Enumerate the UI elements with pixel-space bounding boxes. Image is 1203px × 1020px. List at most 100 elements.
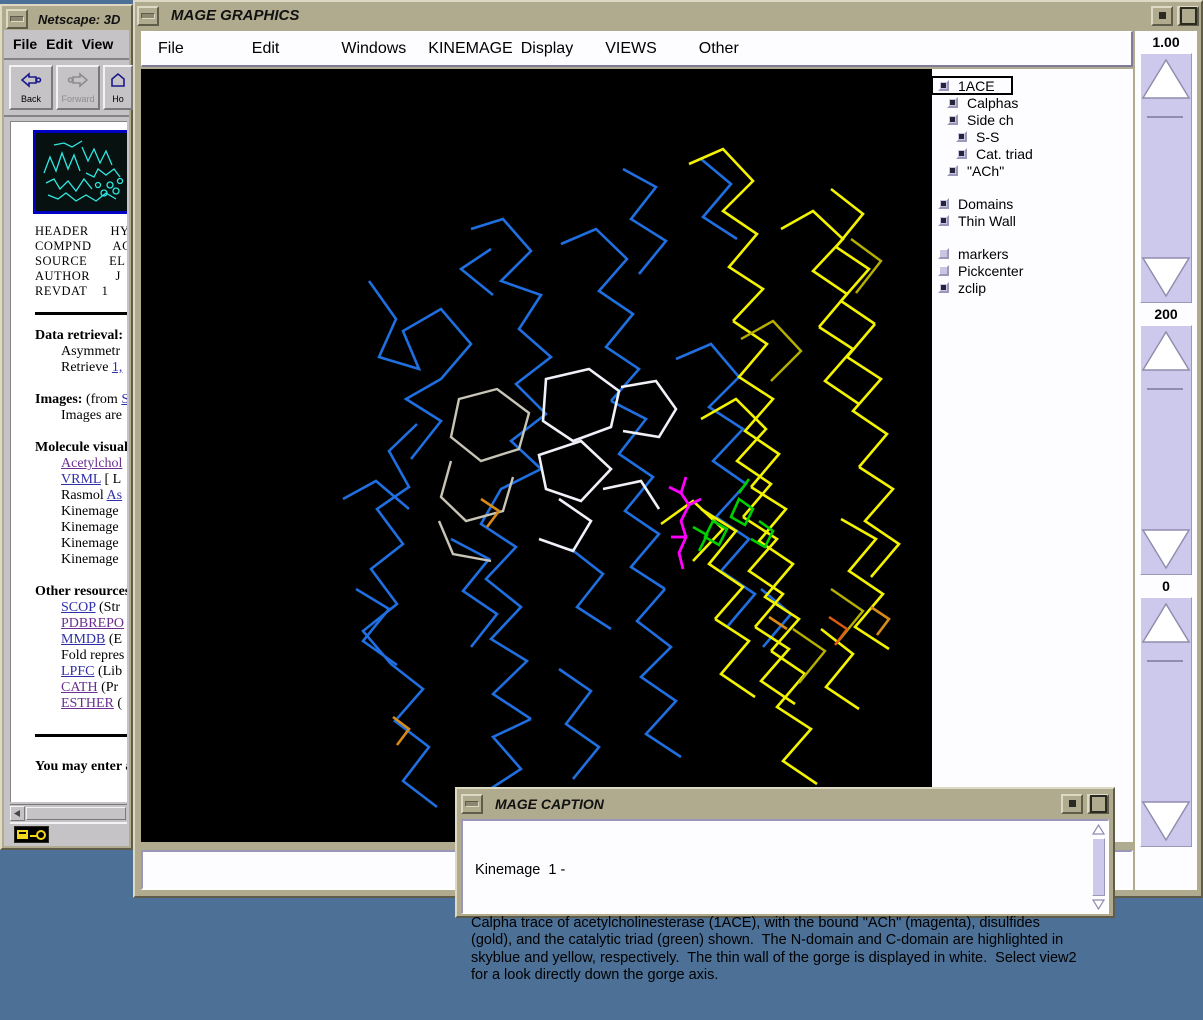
checkbox-icon[interactable]: [938, 80, 949, 91]
minimize-button[interactable]: [1151, 5, 1173, 26]
panel-checkbox-zclip[interactable]: zclip: [932, 279, 1133, 296]
panel-checkbox-label: Pickcenter: [958, 262, 1024, 279]
menu-item-edit[interactable]: Edit: [46, 36, 72, 52]
scrollbar-thumb[interactable]: [26, 807, 126, 820]
list-item: Acetylchol: [61, 456, 127, 472]
slider-handle[interactable]: [1147, 116, 1183, 118]
zslab-slider[interactable]: 0: [1135, 575, 1197, 847]
checkbox-icon[interactable]: [938, 198, 949, 209]
list-item: Kinemage: [61, 504, 119, 519]
cath-link[interactable]: CATH: [61, 680, 98, 695]
checkbox-icon[interactable]: [938, 215, 949, 226]
scop-link[interactable]: SCOP: [61, 600, 96, 615]
list-item: VRML [ L: [61, 472, 122, 487]
list-item: CATH (Pr: [61, 680, 119, 695]
back-button[interactable]: Back: [9, 65, 53, 110]
panel-checkbox-s-s[interactable]: S-S: [932, 128, 1133, 145]
esther-link[interactable]: ESTHER: [61, 696, 114, 711]
forward-button-label: Forward: [61, 93, 95, 104]
netscape-window[interactable]: Netscape: 3D File Edit View Back Forward: [0, 4, 133, 850]
slider-up-arrow-icon[interactable]: [1141, 600, 1191, 646]
menu-item-file[interactable]: File: [158, 40, 184, 58]
lpfc-link[interactable]: LPFC: [61, 664, 94, 679]
checkbox-icon[interactable]: [947, 97, 958, 108]
menu-item-views[interactable]: VIEWS: [605, 40, 657, 58]
slider-down-arrow-icon[interactable]: [1141, 526, 1191, 572]
minimize-button[interactable]: [1061, 793, 1083, 814]
netscape-page-content[interactable]: T HEADER HY COMPND AC SOURCE EL AUTHOR J…: [10, 121, 127, 802]
molecule-thumbnail[interactable]: [33, 130, 127, 214]
mmdb-link[interactable]: MMDB: [61, 632, 105, 647]
checkbox-icon[interactable]: [938, 248, 949, 259]
panel-checkbox-thin-wall[interactable]: Thin Wall: [932, 212, 1133, 229]
checkbox-icon[interactable]: [947, 165, 958, 176]
slider-handle[interactable]: [1147, 388, 1183, 390]
mage-title-text: MAGE GRAPHICS: [171, 7, 300, 24]
slider-down-arrow-icon[interactable]: [1141, 254, 1191, 300]
acetylcholinesterase-link[interactable]: Acetylchol: [61, 456, 122, 471]
scrollbar-thumb[interactable]: [1091, 838, 1105, 896]
mage-menubar[interactable]: File Edit Windows KINEMAGE Display VIEWS…: [141, 31, 1133, 67]
caption-vertical-scrollbar[interactable]: [1088, 821, 1108, 913]
mage-caption-window[interactable]: MAGE CAPTION Kinemage 1 - Calpha trace o…: [455, 787, 1115, 983]
security-key-icon[interactable]: [14, 825, 49, 843]
checkbox-icon[interactable]: [947, 114, 958, 125]
checkbox-icon[interactable]: [956, 148, 967, 159]
slider-handle[interactable]: [1147, 660, 1183, 662]
panel-checkbox-domains[interactable]: Domains: [932, 195, 1133, 212]
clipping-slider[interactable]: 200: [1135, 303, 1197, 575]
checkbox-icon[interactable]: [956, 131, 967, 142]
panel-checkbox-cat-triad[interactable]: Cat. triad: [932, 145, 1133, 162]
menu-item-display[interactable]: Display: [521, 40, 573, 58]
panel-checkbox-ach[interactable]: "ACh": [932, 162, 1133, 179]
maximize-button[interactable]: [1177, 5, 1199, 26]
panel-checkbox-calphas[interactable]: Calphas: [932, 94, 1133, 111]
netscape-toolbar[interactable]: Back Forward Ho: [4, 60, 133, 117]
checkbox-icon[interactable]: [938, 282, 949, 293]
menu-item-windows[interactable]: Windows: [341, 40, 406, 58]
caption-titlebar[interactable]: MAGE CAPTION: [459, 791, 1111, 816]
menu-item-other[interactable]: Other: [699, 40, 739, 58]
section-heading-data-retrieval: Data retrieval:: [35, 328, 123, 343]
rasmol-link[interactable]: As: [107, 488, 123, 503]
menu-item-file[interactable]: File: [13, 36, 37, 52]
panel-checkbox-markers[interactable]: markers: [932, 245, 1133, 262]
retrieve-link[interactable]: 1,: [112, 360, 123, 375]
forward-button[interactable]: Forward: [56, 65, 100, 110]
back-arrow-icon: [19, 71, 43, 93]
menu-item-kinemage[interactable]: KINEMAGE: [428, 40, 512, 58]
mage-slider-column[interactable]: 1.00 200 0: [1135, 31, 1197, 890]
checkbox-icon[interactable]: [938, 265, 949, 276]
scroll-up-arrow-icon[interactable]: [1091, 823, 1105, 836]
maximize-button[interactable]: [1087, 793, 1109, 814]
menu-item-edit[interactable]: Edit: [252, 40, 280, 58]
mage-titlebar[interactable]: MAGE GRAPHICS: [135, 2, 1201, 29]
molecule-graphics-canvas[interactable]: [141, 69, 943, 842]
window-menu-button[interactable]: [6, 9, 28, 29]
slider-up-arrow-icon[interactable]: [1141, 56, 1191, 102]
scroll-left-arrow-icon[interactable]: [10, 806, 25, 821]
netscape-menubar[interactable]: File Edit View: [4, 30, 129, 60]
vrml-link[interactable]: VRML: [61, 472, 101, 487]
menu-item-view[interactable]: View: [82, 36, 114, 52]
zoom-slider[interactable]: 1.00: [1135, 31, 1197, 303]
swiss-link[interactable]: SW: [121, 392, 127, 407]
panel-checkbox-label: markers: [958, 245, 1009, 262]
panel-checkbox-1ace[interactable]: 1ACE: [931, 76, 1013, 95]
slider-up-arrow-icon[interactable]: [1141, 328, 1191, 374]
panel-checkbox-side-ch[interactable]: Side ch: [932, 111, 1133, 128]
kinemage-control-panel[interactable]: 1ACE Calphas Side ch S-S Cat. triad "ACh" Doma…: [931, 69, 1133, 842]
netscape-titlebar[interactable]: Netscape: 3D: [4, 8, 129, 30]
list-item: Kinemage: [61, 520, 119, 535]
pdbreport-link[interactable]: PDBREPO: [61, 616, 124, 631]
caption-text-area[interactable]: Kinemage 1 - Calpha trace of acetylcholi…: [463, 821, 1088, 983]
window-menu-button[interactable]: [137, 5, 159, 26]
scroll-down-arrow-icon[interactable]: [1091, 898, 1105, 911]
window-menu-button[interactable]: [461, 793, 483, 814]
slider-down-arrow-icon[interactable]: [1141, 798, 1191, 844]
mage-graphics-window[interactable]: MAGE GRAPHICS File Edit Windows KINEMAGE…: [133, 0, 1203, 898]
panel-checkbox-pickcenter[interactable]: Pickcenter: [932, 262, 1133, 279]
horizontal-scrollbar[interactable]: [10, 804, 127, 822]
home-button[interactable]: Ho: [103, 65, 133, 110]
panel-checkbox-label: Thin Wall: [958, 212, 1016, 229]
